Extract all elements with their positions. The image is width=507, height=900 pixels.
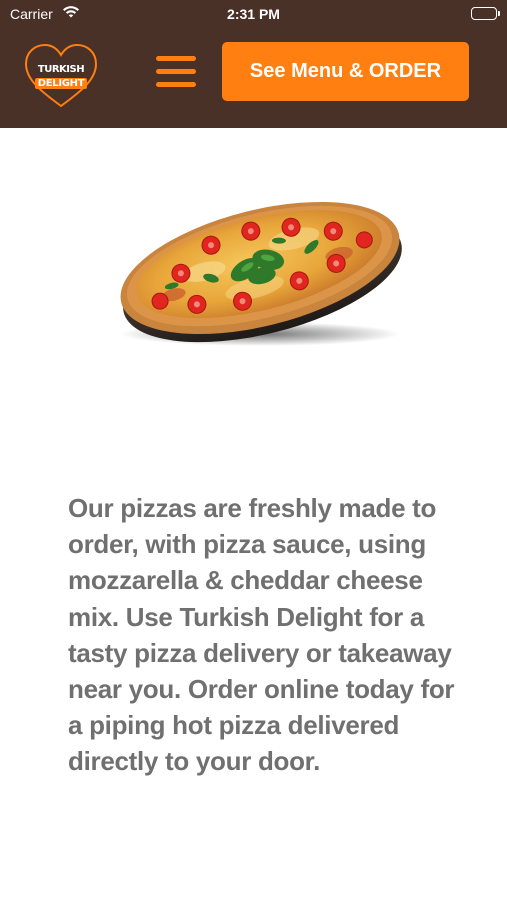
logo-text: TURKISH DELIGHT — [22, 64, 100, 89]
turkish-delight-logo[interactable]: TURKISH DELIGHT — [22, 42, 100, 110]
battery-icon — [471, 7, 500, 20]
logo-line-1: TURKISH — [37, 64, 85, 75]
see-menu-order-button[interactable]: See Menu & ORDER — [222, 42, 469, 101]
status-bar: Carrier 2:31 PM — [0, 0, 507, 28]
app-header: TURKISH DELIGHT See Menu & ORDER — [0, 28, 507, 128]
pizza-description: Our pizzas are freshly made to order, wi… — [68, 493, 455, 777]
pizza-image — [110, 178, 405, 353]
logo-line-2: DELIGHT — [34, 78, 88, 89]
status-time: 2:31 PM — [227, 6, 280, 22]
hamburger-menu-icon[interactable] — [154, 54, 198, 90]
